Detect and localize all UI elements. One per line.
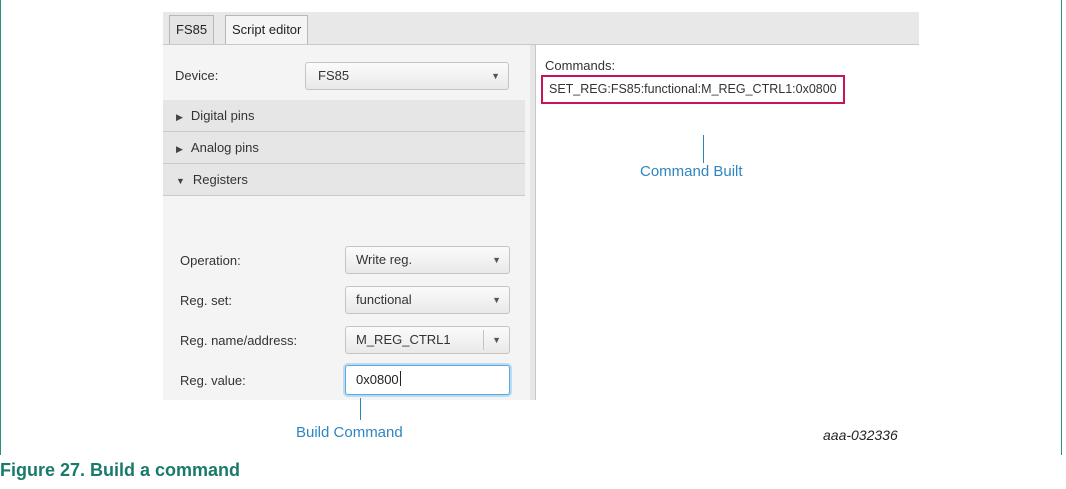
expand-right-icon: ▶	[176, 112, 183, 122]
regname-select[interactable]: M_REG_CTRL1 ▼	[345, 326, 510, 354]
section-digital-pins[interactable]: ▶ Digital pins	[163, 100, 525, 132]
regname-value: M_REG_CTRL1	[356, 332, 451, 347]
tab-script-editor[interactable]: Script editor	[225, 15, 309, 44]
command-built-annotation: Command Built	[640, 163, 743, 180]
collapse-down-icon: ▼	[176, 176, 185, 186]
regvalue-text: 0x0800	[356, 372, 399, 387]
tab-fs85[interactable]: FS85	[169, 15, 215, 44]
section-registers[interactable]: ▼ Registers	[163, 164, 525, 196]
commands-label: Commands:	[545, 58, 616, 73]
device-select[interactable]: FS85 ▼	[305, 62, 509, 90]
chevron-down-icon: ▼	[491, 71, 500, 81]
figure-id: aaa-032336	[823, 427, 898, 443]
commands-panel: Commands: SET_REG:FS85:functional:M_REG_…	[535, 45, 919, 400]
tab-bar: FS85 Script editor	[163, 12, 919, 45]
build-command-annotation: Build Command	[296, 424, 403, 441]
text-caret	[399, 371, 401, 386]
regvalue-input[interactable]: 0x0800	[345, 365, 510, 395]
chevron-down-icon: ▼	[492, 335, 501, 345]
combo-separator	[483, 330, 484, 350]
command-text[interactable]: SET_REG:FS85:functional:M_REG_CTRL1:0x08…	[541, 75, 845, 104]
app-screenshot: FS85 Script editor Device: FS85 ▼ ▶ Digit…	[163, 12, 919, 400]
device-label: Device:	[175, 68, 219, 83]
regset-select[interactable]: functional ▼	[345, 286, 510, 314]
regname-label: Reg. name/address:	[180, 333, 298, 348]
expand-right-icon: ▶	[176, 144, 183, 154]
device-value: FS85	[318, 68, 350, 83]
section-analog-pins[interactable]: ▶ Analog pins	[163, 132, 525, 164]
operation-value: Write reg.	[356, 252, 413, 267]
chevron-down-icon: ▼	[492, 295, 501, 305]
section-label: Analog pins	[190, 140, 259, 155]
left-panel: Device: FS85 ▼ ▶ Digital pins ▶ Analog pin…	[163, 45, 531, 400]
chevron-down-icon: ▼	[492, 255, 501, 265]
build-command-leader-line	[360, 398, 361, 420]
section-label: Digital pins	[190, 108, 255, 123]
regset-value: functional	[356, 292, 412, 307]
section-label: Registers	[192, 172, 248, 187]
figure-caption: Figure 27. Build a command	[0, 460, 241, 480]
operation-select[interactable]: Write reg. ▼	[345, 246, 510, 274]
command-built-leader-line	[703, 135, 704, 163]
regset-label: Reg. set:	[180, 293, 233, 308]
operation-label: Operation:	[180, 253, 241, 268]
regvalue-label: Reg. value:	[180, 373, 246, 388]
